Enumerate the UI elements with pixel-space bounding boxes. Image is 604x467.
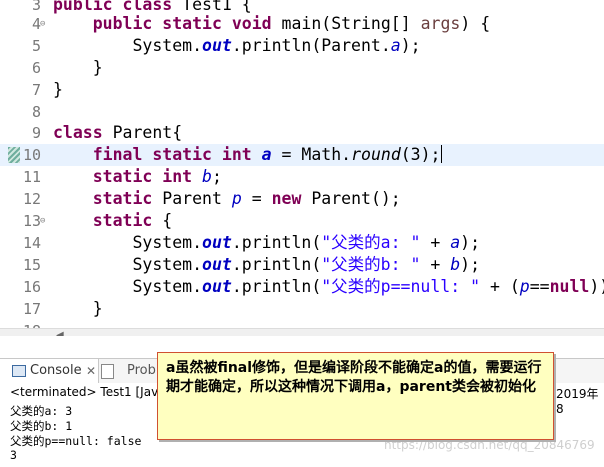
code-editor[interactable]: 3 public class Test1 { 4 ⊖ public static… (0, 0, 604, 336)
code-line: 16 System.out.println("父类的p==null: " + (… (0, 276, 604, 298)
problems-icon (101, 364, 114, 379)
console-line: 父类的b: 1 (10, 419, 73, 433)
code-text: } (53, 58, 103, 77)
tab-problems-label: Prob (127, 363, 156, 378)
code-text: } (53, 299, 103, 318)
code-line: 12 static Parent p = new Parent(); (0, 188, 604, 210)
code-line-current: 10 final static int a = Math.round(3); (0, 144, 604, 166)
code-line: 8 (0, 101, 604, 123)
scroll-left-arrow-icon[interactable]: ◀ (56, 330, 64, 336)
code-line: 15 System.out.println("父类的b: " + b); (0, 254, 604, 276)
line-number: 6 (31, 59, 41, 77)
console-line: 父类的a: 3 (10, 404, 73, 418)
annotation-callout: a虽然被final修饰，但是编译阶段不能确定a的值，需要运行期才能确定，所以这种… (157, 352, 554, 440)
code-line: 5 System.out.println(Parent.a); (0, 35, 604, 57)
code-line: 7 } (0, 79, 604, 101)
line-number: 11 (22, 168, 41, 186)
line-number: 8 (31, 103, 41, 121)
watermark: https://blog.csdn.net/qq_20846769 (384, 438, 595, 452)
code-text: final static int a = Math.round(3); (92, 145, 442, 164)
line-number: 15 (22, 256, 41, 274)
line-number: 7 (31, 81, 41, 99)
line-number: 14 (22, 234, 41, 252)
tab-console[interactable]: Console ✕ (0, 359, 99, 383)
code-line: 9 class Parent{ (0, 122, 604, 144)
annotation-text: a虽然被final修饰，但是编译阶段不能确定a的值，需要运行期才能确定，所以这种… (166, 360, 542, 395)
code-text: System.out.println("父类的p==null: " + (p==… (132, 277, 604, 296)
line-number: 12 (22, 190, 41, 208)
fold-collapse-icon[interactable]: ⊖ (40, 210, 45, 232)
text-cursor (440, 145, 442, 163)
code-text: System.out.println("父类的b: " + b); (132, 255, 481, 274)
code-text: static Parent p = new Parent(); (92, 189, 401, 208)
console-icon (12, 365, 26, 377)
line-number: 5 (31, 37, 41, 55)
launch-timestamp: 2019年8 (556, 387, 599, 416)
code-text: class Parent{ (53, 123, 183, 142)
code-line: 6 } (0, 57, 604, 79)
code-line: 11 static int b; (0, 166, 604, 188)
console-line: 3 (10, 448, 17, 462)
code-line: 14 System.out.println("父类的a: " + a); (0, 232, 604, 254)
code-line: 17 } (0, 298, 604, 320)
fold-collapse-icon[interactable]: ⊖ (40, 13, 45, 35)
tab-console-label: Console (30, 363, 82, 378)
code-text: System.out.println("父类的a: " + a); (132, 233, 481, 252)
code-text: static int b; (92, 167, 222, 186)
line-number: 4 (31, 15, 41, 33)
code-line: 4 ⊖ public static void main(String[] arg… (0, 13, 604, 35)
line-number: 10 (22, 146, 41, 164)
code-text: } (53, 80, 63, 99)
line-number: 17 (22, 300, 41, 318)
terminated-status: <terminated> Test1 [Java (10, 385, 166, 399)
close-icon[interactable]: ✕ (86, 359, 96, 383)
console-line: 父类的p==null: false (10, 434, 142, 448)
horizontal-scrollbar[interactable]: ◀ (0, 328, 604, 336)
line-number: 13 (22, 212, 41, 230)
line-number: 9 (31, 124, 41, 142)
code-line: 13 ⊖ static { (0, 210, 604, 232)
code-text: System.out.println(Parent.a); (132, 36, 421, 55)
line-number: 16 (22, 278, 41, 296)
code-text: public static void main(String[] args) { (92, 14, 491, 33)
code-text: static { (92, 211, 173, 230)
